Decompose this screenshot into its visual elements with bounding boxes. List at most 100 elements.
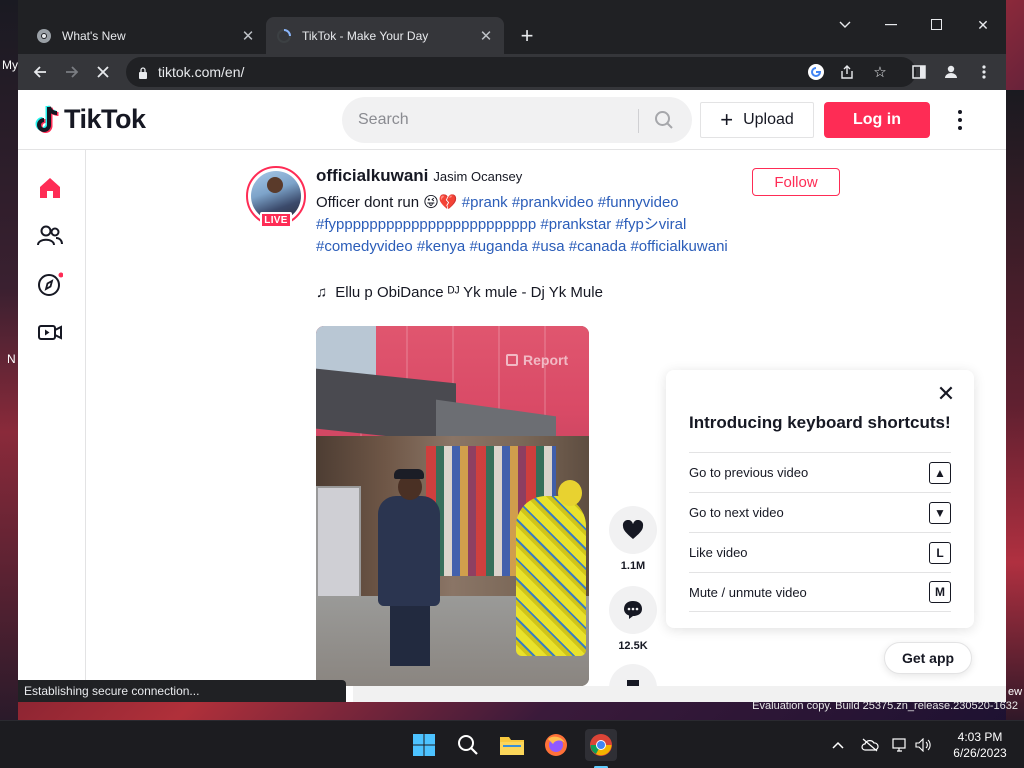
login-button[interactable]: Log in [824, 102, 930, 138]
hashtag-link[interactable]: #prankvideo [512, 194, 594, 211]
music-note-icon: ♫ [316, 284, 328, 301]
forward-button[interactable] [59, 59, 85, 85]
following-icon[interactable] [36, 222, 64, 250]
comment-icon[interactable] [609, 586, 657, 634]
upload-button[interactable]: + Upload [700, 102, 814, 138]
home-icon[interactable] [36, 174, 64, 202]
minimize-button[interactable] [876, 10, 906, 40]
hashtag-link[interactable]: #prankstar [540, 216, 611, 233]
hashtag-link[interactable]: #kenya [417, 238, 465, 255]
horizontal-scrollbar[interactable] [353, 686, 1006, 702]
hashtag-link[interactable]: #officialkuwani [630, 238, 727, 255]
video-player[interactable]: Report [316, 326, 589, 686]
hashtag-link[interactable]: #canada [569, 238, 627, 255]
loading-spinner-icon [276, 28, 292, 44]
browser-toolbar: tiktok.com/en/ ☆ [18, 54, 1006, 90]
shortcut-label: Mute / unmute video [689, 584, 807, 600]
tiktok-logo-text: TikTok [64, 104, 146, 134]
lock-icon[interactable] [138, 66, 148, 79]
plus-icon: + [720, 107, 734, 132]
key-down-icon: ▼ [929, 501, 951, 524]
tiktok-note-icon [35, 104, 59, 133]
bookmark-star-icon[interactable]: ☆ [869, 61, 891, 83]
chrome-menu-icon[interactable] [973, 61, 995, 83]
network-icon[interactable] [891, 735, 911, 755]
show-hidden-icons-icon[interactable] [828, 735, 848, 755]
back-button[interactable] [27, 59, 53, 85]
browser-window: What's New ✕ TikTok - Make Your Day ✕ + … [18, 0, 1006, 702]
author-nickname[interactable]: Jasim Ocansey [433, 169, 522, 184]
video-woman-figure [516, 496, 586, 656]
hashtag-link[interactable]: #fypシviral [615, 216, 686, 233]
like-count: 1.1M [620, 560, 646, 572]
address-bar[interactable]: tiktok.com/en/ [126, 57, 916, 87]
hashtag-link[interactable]: #uganda [469, 238, 527, 255]
video-officer-figure [378, 496, 440, 606]
clock-time: 4:03 PM [957, 730, 1003, 744]
heart-icon[interactable] [609, 506, 657, 554]
live-badge: LIVE [260, 212, 292, 228]
get-app-button[interactable]: Get app [884, 642, 972, 674]
volume-icon[interactable] [914, 735, 934, 755]
tiktok-logo[interactable]: TikTok [34, 104, 146, 135]
windows-start-icon[interactable] [408, 729, 440, 761]
live-video-icon[interactable] [36, 318, 64, 346]
desktop-right-strip [1006, 90, 1024, 720]
google-lens-icon[interactable] [805, 61, 827, 83]
tab-whats-new[interactable]: What's New ✕ [26, 17, 266, 54]
search-icon[interactable] [650, 107, 678, 133]
new-tab-button[interactable]: + [516, 23, 538, 48]
cloud-offline-icon[interactable] [860, 735, 880, 755]
side-panel-icon[interactable] [908, 61, 930, 83]
author-info: officialkuwani Jasim Ocansey [316, 166, 522, 186]
hashtag-link[interactable]: #comedyvideo [316, 238, 413, 255]
comment-action[interactable]: 12.5K [609, 586, 657, 652]
caption-emoji: 😜💔 [423, 194, 458, 211]
music-info[interactable]: ♫ Ellu p ObiDance ᴰᴶ Yk mule - Dj Yk Mul… [316, 284, 603, 301]
close-icon[interactable]: ✕ [934, 381, 958, 406]
shortcut-row: Go to previous video ▲ [689, 452, 951, 492]
shortcut-label: Like video [689, 545, 748, 560]
search-divider [638, 109, 639, 133]
stop-loading-button[interactable] [90, 59, 116, 85]
chrome-taskbar-icon[interactable] [585, 729, 617, 761]
taskbar-search-icon[interactable] [452, 729, 484, 761]
tiktok-sidebar [18, 150, 86, 702]
close-window-button[interactable]: ✕ [968, 10, 998, 40]
author-username[interactable]: officialkuwani [316, 166, 428, 186]
shortcut-row: Mute / unmute video M [689, 572, 951, 612]
system-clock[interactable]: 4:03 PM 6/26/2023 [944, 729, 1016, 761]
more-options-icon[interactable] [950, 108, 970, 132]
key-up-icon: ▲ [929, 461, 951, 484]
hashtag-link[interactable]: #prank [462, 194, 508, 211]
hashtag-link[interactable]: #usa [532, 238, 565, 255]
search-input[interactable] [342, 100, 622, 140]
follow-button[interactable]: Follow [752, 168, 840, 196]
like-action[interactable]: 1.1M [609, 506, 657, 572]
shortcut-row: Go to next video ▼ [689, 492, 951, 532]
key-l-icon: L [929, 541, 951, 564]
tab-search-icon[interactable] [830, 10, 860, 40]
tab-title: TikTok - Make Your Day [302, 28, 429, 43]
shortcut-row: Like video L [689, 532, 951, 572]
explore-icon[interactable] [36, 270, 64, 298]
firefox-icon[interactable] [540, 729, 572, 761]
report-button[interactable]: Report [506, 352, 568, 368]
maximize-button[interactable] [922, 10, 952, 40]
share-icon[interactable] [836, 61, 858, 83]
file-explorer-icon[interactable] [496, 729, 528, 761]
chrome-icon [36, 28, 52, 44]
close-tab-icon[interactable]: ✕ [478, 28, 494, 45]
url-text: tiktok.com/en/ [158, 64, 245, 80]
hashtag-link[interactable]: #funnyvideo [598, 194, 679, 211]
upload-label: Upload [743, 111, 794, 128]
hashtag-link[interactable]: #fypppppppppppppppppppppppp [316, 216, 536, 233]
flag-icon [506, 354, 518, 366]
tiktok-page: TikTok + Upload Log in [18, 90, 1006, 702]
shortcut-label: Go to next video [689, 505, 784, 520]
close-tab-icon[interactable]: ✕ [240, 28, 256, 45]
desktop-label-my: My [2, 58, 18, 72]
profile-icon[interactable] [940, 61, 962, 83]
search-bar [342, 97, 692, 143]
tab-tiktok[interactable]: TikTok - Make Your Day ✕ [266, 17, 504, 54]
